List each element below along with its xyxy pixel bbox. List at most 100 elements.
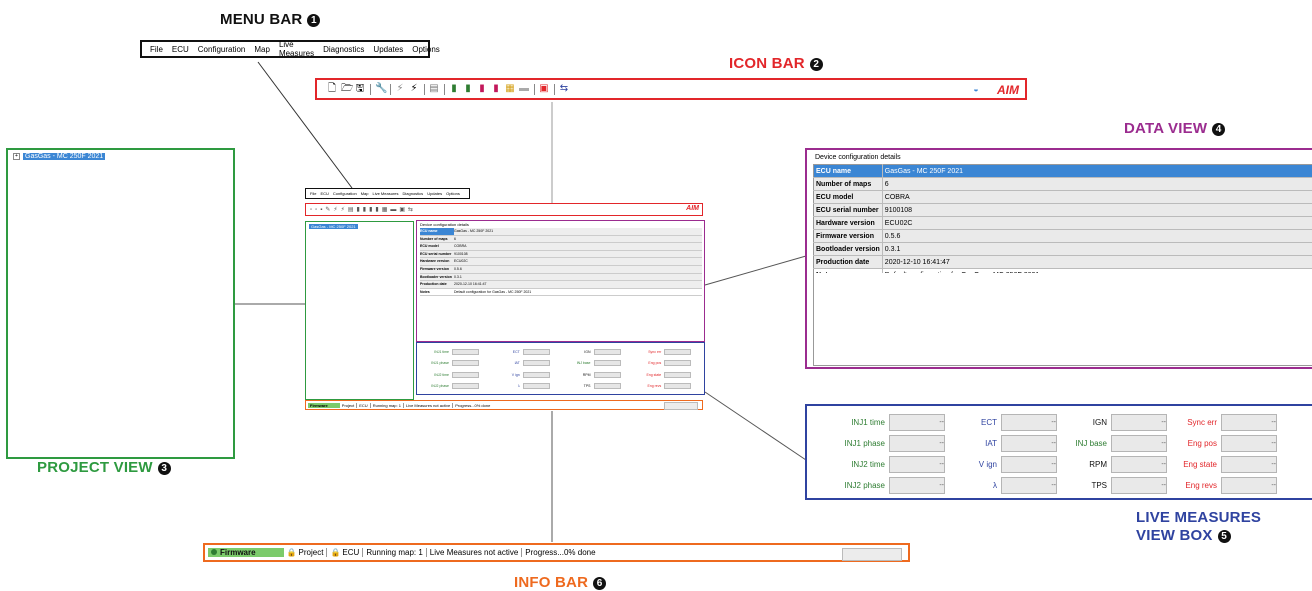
data-leader <box>705 256 806 285</box>
mini-data-view: Device configuration details ECU nameGas… <box>416 220 705 342</box>
mini-live-status: Live Measures not active <box>406 403 450 408</box>
lm-value-v-ign: -- <box>1001 456 1057 473</box>
list-icon[interactable]: ▤ <box>429 84 439 94</box>
connect-icon[interactable]: ⚡ <box>409 84 419 94</box>
mini-project-tree-item[interactable]: GasGas - MC 250F 2021 <box>309 224 358 229</box>
lm-label-tps: TPS <box>1059 481 1107 490</box>
lm-label-sync-err: Sync err <box>1169 418 1217 427</box>
lm-value-tps: -- <box>1111 477 1167 494</box>
upload-map-icon[interactable]: ▮ <box>463 84 473 94</box>
toolbar-separator <box>390 84 391 95</box>
chat-icon[interactable]: ◒ <box>971 84 981 94</box>
lm-value-eng-pos: -- <box>1221 435 1277 452</box>
progress-bar <box>842 548 902 561</box>
record-icon[interactable]: ▣ <box>539 84 549 94</box>
mini-data-view-title: Device configuration details <box>420 222 469 227</box>
mini-aim-logo: AIM <box>686 205 699 212</box>
mini-menu-map[interactable]: Map <box>361 191 369 196</box>
mini-menu-bar: File ECU Configuration Map Live Measures… <box>305 188 470 199</box>
lock-icon: 🔒 <box>287 548 297 557</box>
lm-value-inj1-phase: -- <box>889 435 945 452</box>
lm-value-lambda: -- <box>1001 477 1057 494</box>
mini-menu-file[interactable]: File <box>310 191 316 196</box>
table-row[interactable]: ECU serial number9100108 <box>814 204 1312 217</box>
info-bar-callout: INFO BAR6 <box>514 574 606 591</box>
mini-lm-cell: ECT <box>490 346 561 358</box>
table-row[interactable]: Hardware versionECU02C <box>814 217 1312 230</box>
menu-live-measures[interactable]: Live Measures <box>279 40 314 58</box>
menu-options[interactable]: Options <box>412 45 440 54</box>
lm-value-inj-base: -- <box>1111 435 1167 452</box>
lm-label-eng-state: Eng state <box>1169 460 1217 469</box>
mini-lm-cell: IGN <box>561 346 632 358</box>
upload-config-icon[interactable]: ▮ <box>491 84 501 94</box>
lm-label-eng-revs: Eng revs <box>1169 481 1217 490</box>
aim-logo: AIM <box>997 83 1019 97</box>
mini-menu-options[interactable]: Options <box>446 191 460 196</box>
lm-label-lambda: λ <box>947 481 997 490</box>
mini-menu-live-measures[interactable]: Live Measures <box>372 191 398 196</box>
menu-updates[interactable]: Updates <box>373 45 403 54</box>
table-row[interactable]: Bootloader version0.3.1 <box>814 243 1312 256</box>
toolbar-separator <box>424 84 425 95</box>
download-config-icon[interactable]: ▮ <box>477 84 487 94</box>
chart-icon[interactable]: ▦ <box>505 84 515 94</box>
mini-live-measures: INJ1 time ECT IGN Sync err INJ1 phase IA… <box>416 342 705 395</box>
toolbar-separator <box>444 84 445 95</box>
menu-ecu[interactable]: ECU <box>172 45 189 54</box>
mini-lm-cell: Eng revs <box>631 381 702 393</box>
lm-label-ect: ECT <box>947 418 997 427</box>
mini-lm-cell: Eng state <box>631 369 702 381</box>
lm-value-inj2-time: -- <box>889 456 945 473</box>
mini-project-status: Project <box>342 403 354 408</box>
open-folder-icon[interactable]: 🗁 <box>341 84 351 94</box>
table-row[interactable]: Production date2020-12-10 16:41:47 <box>814 256 1312 269</box>
lm-value-sync-err: -- <box>1221 414 1277 431</box>
new-file-icon[interactable]: 🗋 <box>327 84 337 94</box>
firmware-status: Firmware <box>208 548 284 557</box>
download-map-icon[interactable]: ▮ <box>449 84 459 94</box>
mini-icon-bar: ▫▫▪✎⚡⚡▤▮▮▮▮▦▬▣⇆ AIM <box>305 203 703 216</box>
table-row[interactable]: Firmware version0.5.6 <box>814 230 1312 243</box>
table-row[interactable]: ECU nameGasGas - MC 250F 2021 <box>814 165 1312 178</box>
mini-menu-configuration[interactable]: Configuration <box>333 191 357 196</box>
mini-table-row: ECU nameGasGas - MC 250F 2021 <box>420 228 702 236</box>
lm-label-inj2-phase: INJ2 phase <box>817 481 885 490</box>
menu-bar: File ECU Configuration Map Live Measures… <box>140 40 430 58</box>
menu-map[interactable]: Map <box>254 45 270 54</box>
lm-value-eng-revs: -- <box>1221 477 1277 494</box>
mini-firmware-status: Firmware <box>308 403 340 408</box>
info-bar: Firmware 🔒Project 🔒ECU Running map: 1 Li… <box>203 543 910 562</box>
menu-file[interactable]: File <box>150 45 163 54</box>
live-measures-status: Live Measures not active <box>430 548 519 557</box>
mini-menu-updates[interactable]: Updates <box>427 191 442 196</box>
ecu-status: ECU <box>342 548 359 557</box>
mini-config-table: ECU nameGasGas - MC 250F 2021 Number of … <box>420 228 702 296</box>
mini-table-row: Bootloader version0.3.1 <box>420 274 702 282</box>
mini-menu-ecu[interactable]: ECU <box>320 191 328 196</box>
table-row[interactable]: ECU modelCOBRA <box>814 191 1312 204</box>
lm-label-inj1-phase: INJ1 phase <box>817 439 885 448</box>
disconnect-icon[interactable]: ⚡ <box>395 84 405 94</box>
menu-configuration[interactable]: Configuration <box>198 45 246 54</box>
status-separator <box>426 548 427 557</box>
mini-lm-cell: INJ1 phase <box>419 358 490 370</box>
lm-value-eng-state: -- <box>1221 456 1277 473</box>
data-view: Device configuration details ECU nameGas… <box>805 148 1312 369</box>
live-measures-view: INJ1 time -- INJ1 phase -- INJ2 time -- … <box>805 404 1312 500</box>
app-screenshot-miniature: File ECU Configuration Map Live Measures… <box>305 188 705 410</box>
wrench-icon[interactable]: 🔧 <box>375 84 385 94</box>
lm-value-inj1-time: -- <box>889 414 945 431</box>
menu-diagnostics[interactable]: Diagnostics <box>323 45 364 54</box>
lm-label-inj-base: INJ base <box>1059 439 1107 448</box>
project-tree-item[interactable]: +GasGas - MC 250F 2021 <box>13 153 105 160</box>
mini-menu-diagnostics[interactable]: Diagnostics <box>403 191 424 196</box>
project-view: +GasGas - MC 250F 2021 <box>6 148 235 459</box>
project-view-callout: PROJECT VIEW3 <box>37 459 171 476</box>
lock-icon: 🔒 <box>330 548 340 557</box>
save-icon[interactable]: 🖫 <box>355 84 365 94</box>
compare-icon[interactable]: ⇆ <box>559 84 569 94</box>
table-row[interactable]: Number of maps6 <box>814 178 1312 191</box>
progress-status: Progress...0% done <box>525 548 595 557</box>
mini-table-row: Firmware version0.5.6 <box>420 266 702 274</box>
